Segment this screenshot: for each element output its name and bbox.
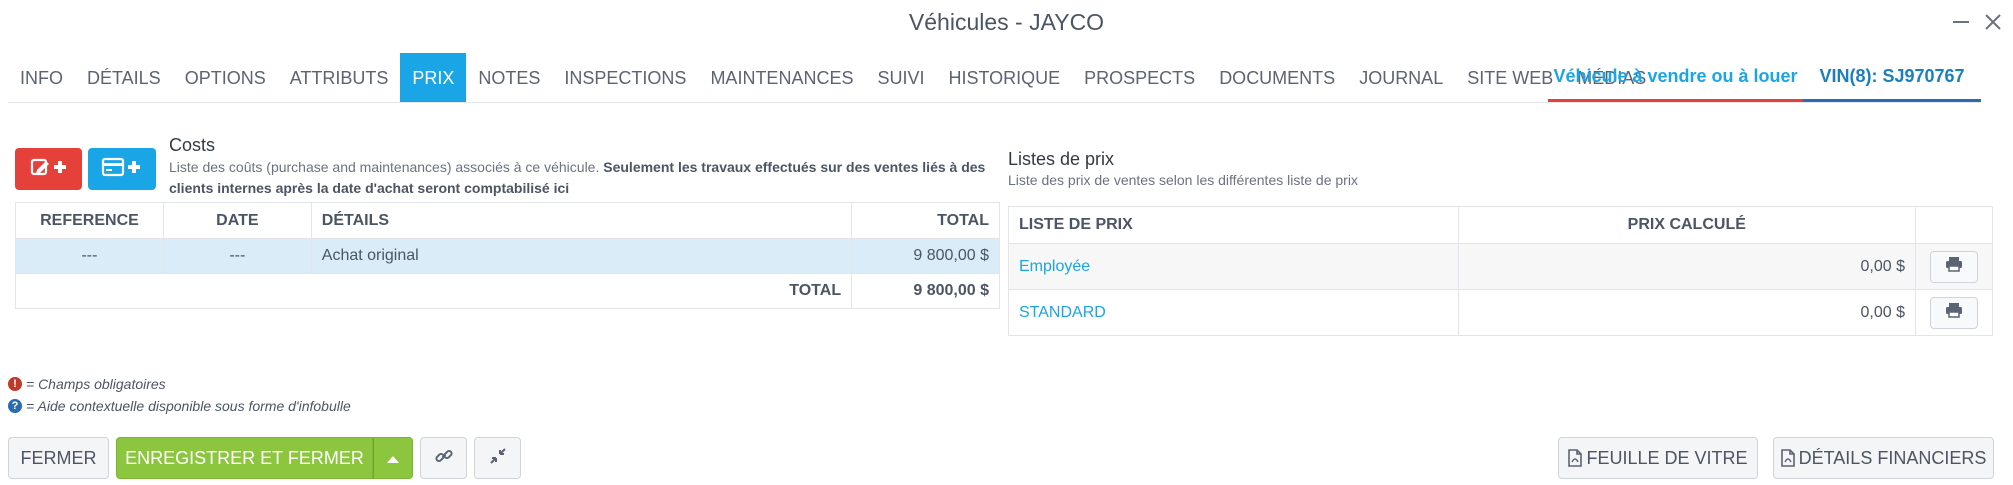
table-row: STANDARD 0,00 $	[1008, 289, 1993, 336]
cell-reference: ---	[15, 238, 164, 274]
caret-up-icon	[386, 448, 400, 469]
financial-details-button[interactable]: DÉTAILS FINANCIERS	[1773, 437, 1994, 479]
table-row: Employée 0,00 $	[1008, 243, 1993, 290]
legend-help-text: = Aide contextuelle disponible sous form…	[26, 398, 351, 414]
tab-journal[interactable]: JOURNAL	[1347, 53, 1455, 103]
tab-attributes[interactable]: ATTRIBUTS	[278, 53, 401, 103]
price-value: 0,00 $	[1457, 243, 1917, 290]
price-list-link-standard[interactable]: STANDARD	[1019, 304, 1106, 321]
close-icon[interactable]	[1981, 10, 2005, 34]
price-value: 0,00 $	[1457, 289, 1917, 336]
pdf-file-icon	[1568, 449, 1583, 467]
actions-cell	[1915, 243, 1993, 290]
compress-icon	[489, 447, 507, 470]
tabs-divider	[8, 102, 1981, 103]
save-close-button[interactable]: ENREGISTRER ET FERMER	[116, 437, 373, 479]
price-lists-table: LISTE DE PRIX PRIX CALCULÉ Employée 0,00…	[1008, 206, 1993, 336]
tab-inspections[interactable]: INSPECTIONS	[552, 53, 698, 103]
window-sticker-button[interactable]: FEUILLE DE VITRE	[1558, 437, 1758, 479]
print-button[interactable]	[1930, 296, 1978, 329]
price-header-row: LISTE DE PRIX PRIX CALCULÉ	[1008, 206, 1993, 244]
tab-history[interactable]: HISTORIQUE	[936, 53, 1072, 103]
tab-price[interactable]: PRIX	[400, 53, 467, 103]
price-lists-description: Liste des prix de ventes selon les diffé…	[1008, 172, 1358, 188]
tab-prospects[interactable]: PROSPECTS	[1072, 53, 1207, 103]
link-button[interactable]	[420, 437, 467, 479]
print-icon	[1945, 256, 1963, 277]
window-sticker-label: FEUILLE DE VITRE	[1586, 447, 1748, 468]
cell-date: ---	[162, 238, 312, 274]
tab-maintenances[interactable]: MAINTENANCES	[698, 53, 865, 103]
credit-card-plus-icon	[101, 156, 143, 183]
cell-details: Achat original	[310, 238, 853, 274]
costs-total-row: TOTAL 9 800,00 $	[14, 273, 1000, 309]
price-list-name: STANDARD	[1008, 289, 1459, 336]
col-total: TOTAL	[851, 202, 1000, 239]
table-row[interactable]: --- --- Achat original 9 800,00 $	[15, 238, 1000, 274]
col-reference: REFERENCE	[15, 202, 164, 239]
pdf-file-icon	[1780, 449, 1795, 467]
costs-title: Costs	[169, 135, 216, 155]
total-label: TOTAL	[14, 273, 853, 309]
tab-bar: INFO DÉTAILS OPTIONS ATTRIBUTS PRIX NOTE…	[8, 53, 1658, 103]
actions-cell	[1915, 289, 1993, 336]
col-details: DÉTAILS	[310, 202, 853, 239]
close-button[interactable]: FERMER	[8, 437, 109, 479]
total-value: 9 800,00 $	[851, 273, 1000, 309]
tab-info[interactable]: INFO	[8, 53, 75, 103]
financial-details-label: DÉTAILS FINANCIERS	[1798, 447, 1987, 468]
tab-tracking[interactable]: SUIVI	[865, 53, 936, 103]
costs-header-row: REFERENCE DATE DÉTAILS TOTAL	[15, 202, 1000, 239]
link-icon	[434, 446, 454, 471]
minimize-icon[interactable]	[1949, 10, 1973, 34]
col-price-list: LISTE DE PRIX	[1008, 206, 1459, 244]
legend-help: ? = Aide contextuelle disponible sous fo…	[8, 398, 351, 414]
add-cost-button[interactable]	[15, 148, 82, 190]
price-list-name: Employée	[1008, 243, 1459, 290]
col-actions	[1915, 206, 1993, 244]
costs-table: REFERENCE DATE DÉTAILS TOTAL --- --- Ach…	[14, 202, 1000, 309]
tab-for-sale-status[interactable]: Véhicule à vendre ou à louer	[1548, 53, 1803, 103]
legend-required: ! = Champs obligatoires	[8, 376, 166, 392]
print-button[interactable]	[1930, 250, 1978, 283]
collapse-button[interactable]	[474, 437, 521, 479]
save-options-toggle[interactable]	[373, 437, 413, 479]
add-payment-button[interactable]	[88, 148, 156, 190]
col-computed-price: PRIX CALCULÉ	[1457, 206, 1917, 244]
tab-vin[interactable]: VIN(8): SJ970767	[1803, 53, 1981, 103]
tab-documents[interactable]: DOCUMENTS	[1207, 53, 1347, 103]
tab-notes[interactable]: NOTES	[466, 53, 552, 103]
tab-details[interactable]: DÉTAILS	[75, 53, 173, 103]
exclamation-circle-icon: !	[8, 377, 22, 391]
col-date: DATE	[162, 202, 312, 239]
title-bar: Véhicules - JAYCO	[0, 0, 2013, 48]
print-icon	[1945, 302, 1963, 323]
window-title: Véhicules - JAYCO	[908, 9, 1105, 35]
price-list-link-employee[interactable]: Employée	[1019, 258, 1090, 275]
costs-description: Liste des coûts (purchase and maintenanc…	[169, 157, 999, 199]
edit-plus-icon	[29, 156, 69, 183]
costs-description-text: Liste des coûts (purchase and maintenanc…	[169, 159, 604, 175]
legend-required-text: = Champs obligatoires	[26, 376, 166, 392]
price-lists-title: Listes de prix	[1008, 149, 1115, 169]
cell-total: 9 800,00 $	[851, 238, 1000, 274]
question-circle-icon: ?	[8, 399, 22, 413]
tab-options[interactable]: OPTIONS	[173, 53, 278, 103]
